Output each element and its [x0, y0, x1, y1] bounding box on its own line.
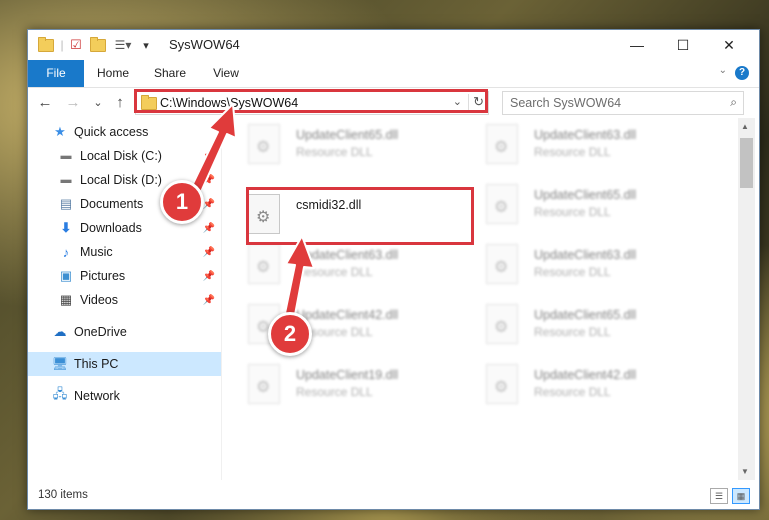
arrow-to-address	[189, 103, 237, 195]
step-badge-1: 1	[160, 180, 204, 224]
annotation-arrows	[189, 103, 315, 321]
step-badge-2: 2	[268, 312, 312, 356]
arrow-to-file	[283, 235, 315, 321]
